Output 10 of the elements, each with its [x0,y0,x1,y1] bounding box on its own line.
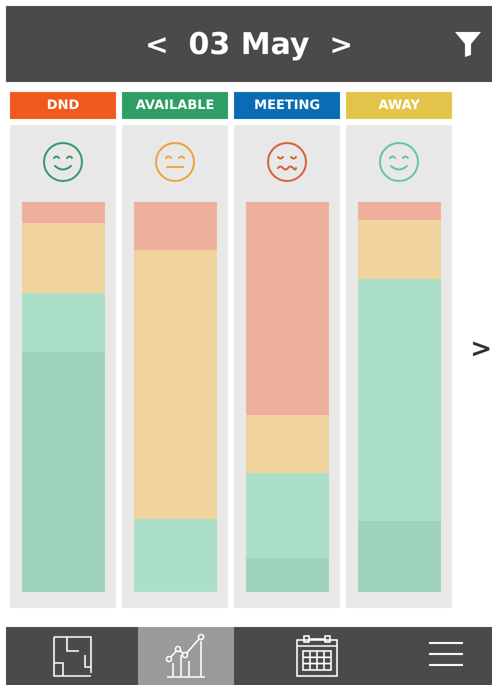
filter-icon[interactable] [454,30,482,58]
date-title: 03 May [188,26,310,62]
status-label: AWAY [346,92,452,119]
previous-date-button[interactable]: < [145,28,169,60]
status-label: DND [10,92,116,119]
status-label: MEETING [234,92,340,119]
next-page-button[interactable]: > [470,334,492,364]
calendar-icon [294,633,340,679]
next-date-button[interactable]: > [329,28,353,60]
status-label: AVAILABLE [122,92,228,119]
